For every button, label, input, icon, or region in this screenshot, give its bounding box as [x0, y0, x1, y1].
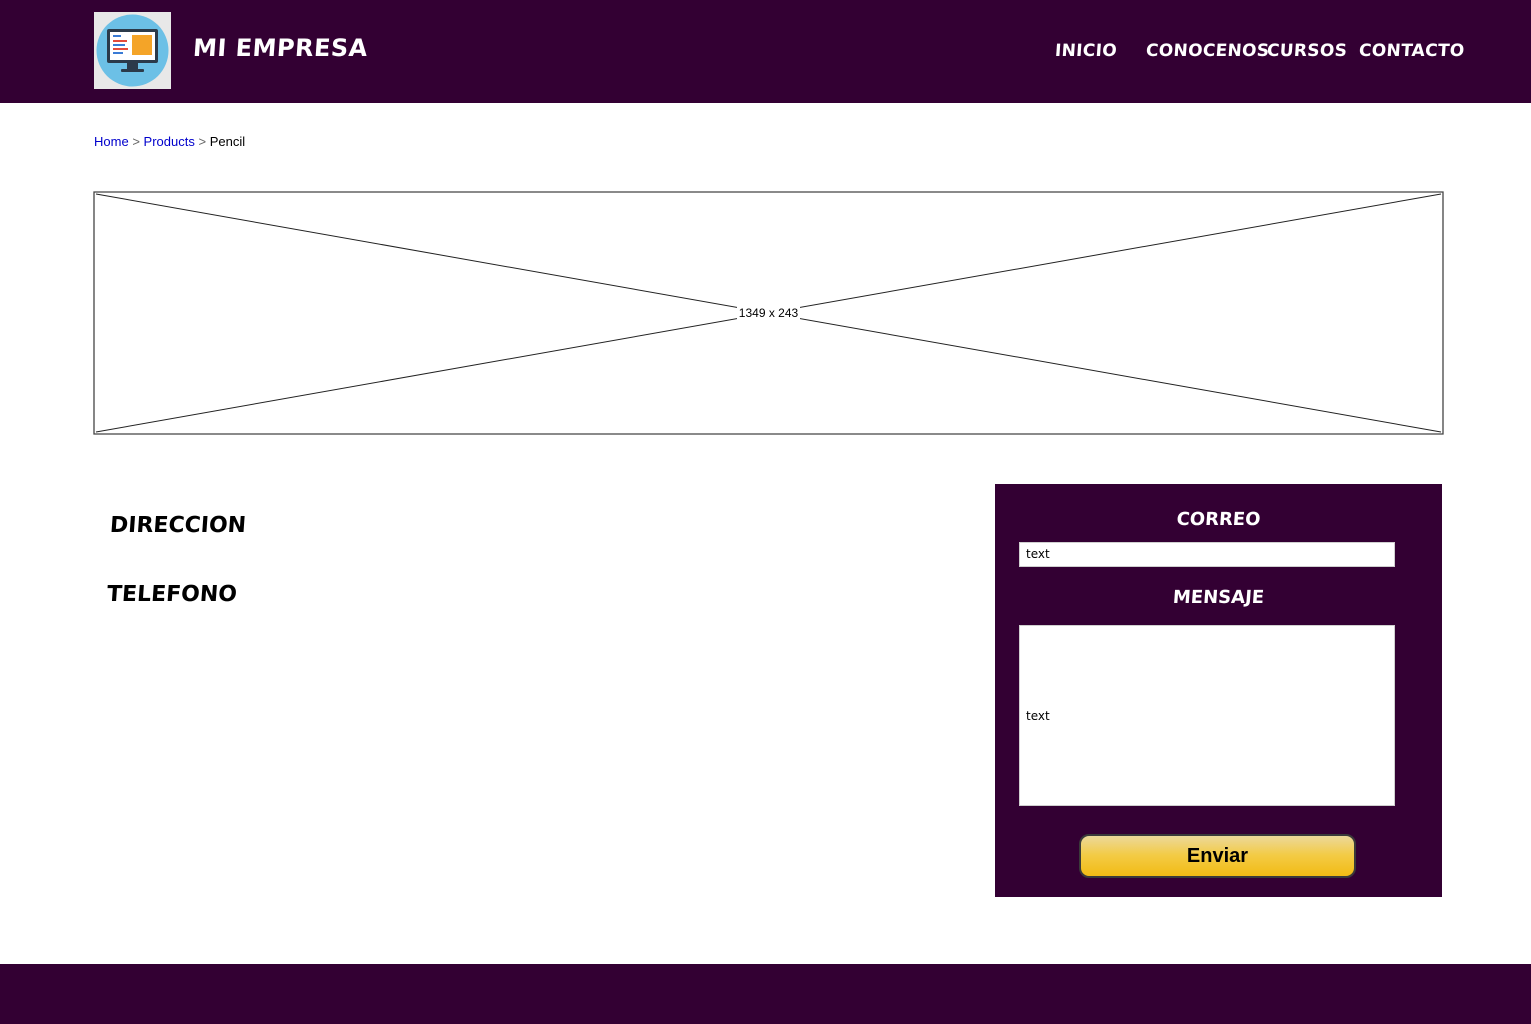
site-footer: [0, 964, 1531, 1024]
message-field[interactable]: text: [1019, 625, 1395, 806]
email-field[interactable]: text: [1019, 542, 1395, 567]
send-button[interactable]: Enviar: [1079, 834, 1356, 878]
breadcrumb-home[interactable]: Home: [94, 134, 129, 149]
phone-label: TELEFONO: [106, 582, 238, 607]
contact-form: CORREO text MENSAJE text Enviar: [995, 484, 1442, 897]
nav-conocenos[interactable]: CONOCENOS: [1145, 41, 1270, 61]
site-header: MI EMPRESA INICIO CONOCENOS CURSOS CONTA…: [0, 0, 1531, 103]
brand-name[interactable]: MI EMPRESA: [192, 34, 369, 62]
email-heading: CORREO: [1175, 509, 1262, 530]
nav-contacto[interactable]: CONTACTO: [1358, 41, 1465, 61]
breadcrumb-products[interactable]: Products: [144, 134, 195, 149]
message-heading: MENSAJE: [1172, 587, 1265, 608]
address-label: DIRECCION: [109, 513, 247, 538]
breadcrumb: Home > Products > Pencil: [94, 134, 245, 149]
breadcrumb-separator: >: [132, 134, 140, 149]
breadcrumb-current: Pencil: [209, 134, 246, 149]
breadcrumb-separator: >: [198, 134, 207, 149]
nav-cursos[interactable]: CURSOS: [1266, 41, 1348, 61]
placeholder-dimensions: 1349 x 243: [736, 306, 801, 320]
banner-image-placeholder: 1349 x 243: [93, 191, 1444, 435]
nav-inicio[interactable]: INICIO: [1054, 41, 1117, 61]
message-field-value: text: [1026, 708, 1050, 723]
logo-computer-icon[interactable]: [94, 12, 171, 89]
